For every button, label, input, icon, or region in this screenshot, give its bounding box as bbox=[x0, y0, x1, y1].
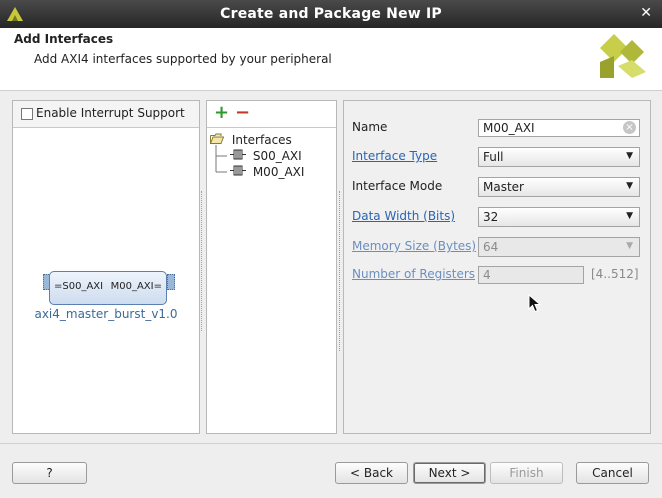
title-bar: Create and Package New IP ✕ bbox=[0, 0, 662, 28]
vivado-logo-icon bbox=[598, 32, 648, 85]
name-label: Name bbox=[352, 120, 388, 134]
interface-mode-select[interactable]: Master ▼ bbox=[478, 177, 640, 197]
data-width-value: 32 bbox=[483, 210, 499, 224]
interface-properties-panel: Name M00_AXI × Interface Type Full ▼ Int… bbox=[343, 100, 651, 434]
tree-item-s00-axi[interactable]: S00_AXI bbox=[230, 149, 302, 163]
ip-block-caption: axi4_master_burst_v1.0 bbox=[34, 307, 178, 321]
interface-type-label[interactable]: Interface Type bbox=[352, 149, 437, 163]
ip-block-symbol[interactable]: =S00_AXI M00_AXI= bbox=[49, 271, 167, 305]
master-port-stub-icon bbox=[167, 274, 175, 290]
page-subtitle: Add AXI4 interfaces supported by your pe… bbox=[34, 52, 332, 66]
splitter-handle[interactable] bbox=[201, 191, 203, 331]
interrupt-row: Enable Interrupt Support bbox=[13, 101, 199, 128]
chevron-down-icon: ▼ bbox=[626, 211, 633, 221]
data-width-select[interactable]: 32 ▼ bbox=[478, 207, 640, 227]
cancel-button[interactable]: Cancel bbox=[576, 462, 649, 484]
remove-interface-icon[interactable]: − bbox=[235, 102, 250, 123]
tree-item-label: S00_AXI bbox=[252, 149, 302, 163]
help-button[interactable]: ? bbox=[12, 462, 87, 484]
memory-size-value: 64 bbox=[483, 240, 499, 254]
chevron-down-icon: ▼ bbox=[626, 181, 633, 191]
interface-mode-value: Master bbox=[483, 180, 524, 194]
bus-interface-icon bbox=[230, 165, 246, 176]
interface-type-select[interactable]: Full ▼ bbox=[478, 147, 640, 167]
num-registers-value: 4 bbox=[483, 268, 491, 282]
tree-item-m00-axi[interactable]: M00_AXI bbox=[230, 165, 304, 179]
ip-symbol-panel: Enable Interrupt Support =S00_AXI M00_AX… bbox=[12, 100, 200, 434]
name-field[interactable]: M00_AXI × bbox=[478, 119, 640, 137]
interface-mode-label: Interface Mode bbox=[352, 179, 443, 193]
memory-size-label[interactable]: Memory Size (Bytes) bbox=[352, 239, 476, 253]
interface-type-value: Full bbox=[483, 150, 504, 164]
folder-icon bbox=[210, 133, 225, 144]
tree-toolbar: + − bbox=[207, 101, 336, 128]
splitter-handle[interactable] bbox=[339, 191, 341, 351]
add-interface-icon[interactable]: + bbox=[214, 102, 229, 123]
master-port-label: M00_AXI= bbox=[110, 281, 162, 292]
content-area: Enable Interrupt Support =S00_AXI M00_AX… bbox=[0, 91, 662, 443]
chevron-down-icon: ▼ bbox=[626, 241, 633, 251]
close-icon[interactable]: ✕ bbox=[640, 5, 652, 21]
num-registers-label[interactable]: Number of Registers bbox=[352, 267, 475, 281]
slave-port-label: =S00_AXI bbox=[54, 281, 104, 292]
tree-item-label: M00_AXI bbox=[252, 165, 305, 179]
page-title: Add Interfaces bbox=[14, 32, 114, 46]
num-registers-field: 4 bbox=[478, 266, 584, 284]
wizard-footer: ? < Back Next > Finish Cancel bbox=[0, 443, 662, 498]
mouse-cursor-icon bbox=[528, 294, 542, 313]
interrupt-checkbox[interactable] bbox=[21, 108, 33, 120]
chevron-down-icon: ▼ bbox=[626, 151, 633, 161]
finish-button: Finish bbox=[490, 462, 563, 484]
num-registers-range: [4..512] bbox=[591, 267, 639, 281]
data-width-label[interactable]: Data Width (Bits) bbox=[352, 209, 455, 223]
bus-interface-icon bbox=[230, 149, 246, 160]
clear-field-icon[interactable]: × bbox=[623, 121, 636, 134]
interrupt-label: Enable Interrupt Support bbox=[36, 106, 185, 120]
tree-lines bbox=[215, 145, 227, 173]
tree-root-label: Interfaces bbox=[231, 133, 292, 147]
window-title: Create and Package New IP bbox=[220, 6, 442, 22]
wizard-header: Add Interfaces Add AXI4 interfaces suppo… bbox=[0, 28, 662, 91]
back-button[interactable]: < Back bbox=[335, 462, 408, 484]
memory-size-select: 64 ▼ bbox=[478, 237, 640, 257]
name-field-value: M00_AXI bbox=[483, 121, 535, 135]
interfaces-tree-panel: + − Interfaces S00_AXI M00_AXI bbox=[206, 100, 337, 434]
next-button[interactable]: Next > bbox=[413, 462, 486, 484]
